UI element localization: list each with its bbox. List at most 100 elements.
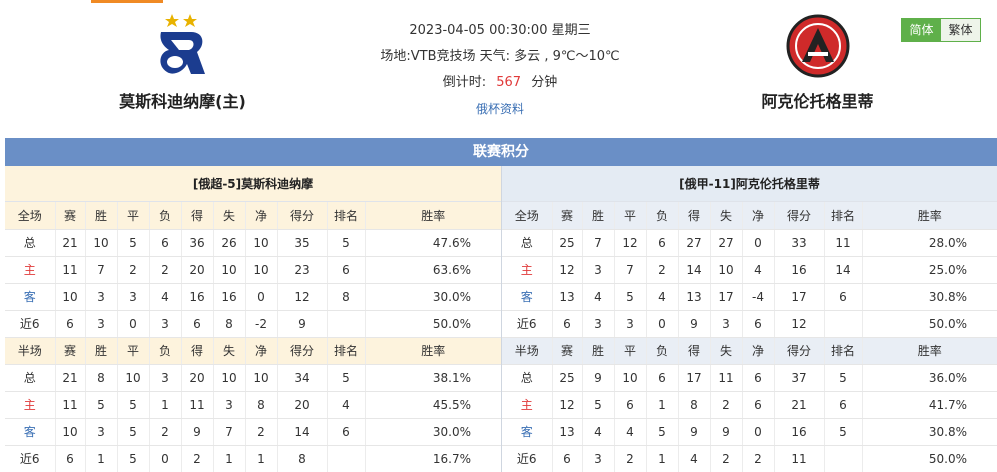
- column-header: 得分: [774, 202, 825, 230]
- column-header: 赛: [552, 202, 583, 230]
- table-cell: 12: [774, 310, 825, 338]
- row-label: 客: [5, 283, 56, 311]
- row-label: 客: [502, 418, 553, 446]
- column-header: 半场: [5, 337, 56, 365]
- column-header: 胜率: [365, 337, 501, 365]
- table-row: 总 21 8 10 3 20 10 10 34 5 38.1%: [5, 364, 501, 392]
- column-header: 净: [245, 337, 278, 365]
- table-cell: 3: [710, 310, 743, 338]
- table-row: 近6 6 3 0 3 6 8 -2 9 50.0%: [5, 310, 501, 338]
- table-cell: 8: [327, 283, 366, 311]
- column-header: 排名: [824, 202, 863, 230]
- table-cell: 21: [55, 229, 86, 257]
- table-cell: 6: [552, 445, 583, 472]
- table-cell: 6: [824, 283, 863, 311]
- table-cell: 5: [646, 418, 679, 446]
- table-cell: 3: [213, 391, 246, 419]
- table-cell: 1: [245, 445, 278, 472]
- table-cell: 16: [774, 256, 825, 284]
- table-cell: 21: [55, 364, 86, 392]
- table-row: 客 10 3 3 4 16 16 0 12 8 30.0%: [5, 283, 501, 311]
- column-header: 失: [710, 202, 743, 230]
- table-cell: 3: [85, 418, 118, 446]
- table-cell: 0: [149, 445, 182, 472]
- table-cell: 2: [646, 256, 679, 284]
- table-cell: 16: [774, 418, 825, 446]
- table-cell: 14: [277, 418, 328, 446]
- table-cell: 27: [710, 229, 743, 257]
- table-cell: 4: [678, 445, 711, 472]
- table-cell: 38.1%: [365, 364, 501, 392]
- table-cell: 47.6%: [365, 229, 501, 257]
- table-cell: 10: [245, 364, 278, 392]
- table-cell: 6: [149, 229, 182, 257]
- table-cell: 10: [245, 256, 278, 284]
- table-row: 客 10 3 5 2 9 7 2 14 6 30.0%: [5, 418, 501, 446]
- table-cell: 5: [582, 391, 615, 419]
- table-cell: 8: [213, 310, 246, 338]
- table-cell: 2: [710, 445, 743, 472]
- column-header: 平: [614, 202, 647, 230]
- table-cell: 4: [742, 256, 775, 284]
- table-row: 主 11 5 5 1 11 3 8 20 4 45.5%: [5, 391, 501, 419]
- table-cell: 7: [213, 418, 246, 446]
- table-cell: 8: [85, 364, 118, 392]
- column-header: 平: [614, 337, 647, 365]
- away-team[interactable]: 阿克伦托格里蒂: [735, 10, 900, 112]
- table-cell: 11: [181, 391, 214, 419]
- match-datetime: 2023-04-05 00:30:00 星期三: [409, 23, 591, 38]
- home-standings-table: 全场赛胜平负得失净得分 排名 胜率总 21 10 5 6 36 26 10 35 5 47.6% 主 11 7…: [5, 202, 501, 472]
- cup-info-link[interactable]: 俄杯资料: [476, 102, 524, 116]
- column-header: 得: [181, 202, 214, 230]
- table-row: 客 13 4 5 4 13 17 -4 17 6 30.8%: [502, 283, 997, 311]
- table-cell: 10: [245, 229, 278, 257]
- table-cell: 4: [149, 283, 182, 311]
- table-cell: 9: [678, 418, 711, 446]
- traditional-chinese-button[interactable]: 繁体: [941, 19, 980, 41]
- table-cell: 12: [552, 391, 583, 419]
- table-cell: 3: [149, 310, 182, 338]
- table-cell: 9: [582, 364, 615, 392]
- table-row: 近6 6 3 2 1 4 2 2 11 50.0%: [502, 445, 997, 472]
- table-cell: [327, 445, 366, 472]
- table-cell: 9: [678, 310, 711, 338]
- table-cell: 10: [85, 229, 118, 257]
- simplified-chinese-button[interactable]: 简体: [902, 19, 941, 41]
- table-cell: 16: [181, 283, 214, 311]
- table-cell: [824, 310, 863, 338]
- table-cell: 45.5%: [365, 391, 501, 419]
- table-cell: 5: [327, 229, 366, 257]
- table-cell: 10: [710, 256, 743, 284]
- table-cell: 2: [245, 418, 278, 446]
- table-cell: 17: [774, 283, 825, 311]
- table-header-row: 全场赛胜平负得失净得分 排名 胜率: [502, 202, 997, 230]
- column-header: 负: [149, 337, 182, 365]
- table-cell: 1: [213, 445, 246, 472]
- column-header: 全场: [5, 202, 56, 230]
- table-cell: 9: [710, 418, 743, 446]
- column-header: 胜: [85, 202, 118, 230]
- table-cell: 37: [774, 364, 825, 392]
- countdown-label: 倒计时:: [442, 75, 487, 90]
- column-header: 负: [149, 202, 182, 230]
- table-cell: 1: [85, 445, 118, 472]
- venue-weather: 场地:VTB竞技场 天气: 多云 , 9℃～10℃: [380, 49, 620, 64]
- table-cell: 30.8%: [862, 418, 997, 446]
- table-cell: 13: [552, 283, 583, 311]
- row-label: 主: [5, 391, 56, 419]
- table-cell: 1: [646, 445, 679, 472]
- column-header: 得分: [277, 202, 328, 230]
- column-header: 赛: [55, 337, 86, 365]
- away-team-name: 阿克伦托格里蒂: [761, 92, 874, 111]
- table-cell: 12: [614, 229, 647, 257]
- table-cell: 33: [774, 229, 825, 257]
- table-cell: 8: [245, 391, 278, 419]
- table-cell: 6: [646, 364, 679, 392]
- table-cell: 2: [710, 391, 743, 419]
- away-standings-title: [俄甲-11]阿克伦托格里蒂: [502, 166, 997, 202]
- table-cell: 12: [552, 256, 583, 284]
- language-toggle: 简体 繁体: [901, 18, 981, 42]
- home-team[interactable]: 莫斯科迪纳摩(主): [100, 10, 265, 112]
- table-cell: 13: [552, 418, 583, 446]
- column-header: 平: [117, 337, 150, 365]
